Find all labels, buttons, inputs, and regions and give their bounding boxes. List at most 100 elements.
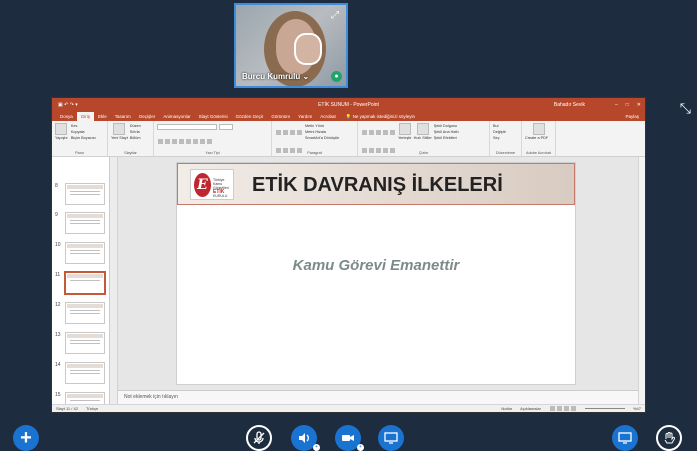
close-icon[interactable]: ✕: [637, 102, 641, 108]
thumb-number: 14: [55, 362, 61, 368]
tab-gecisler[interactable]: Geçişler: [135, 112, 160, 121]
font-name-field[interactable]: [157, 124, 217, 130]
user-name: Bahadır Sevik: [553, 101, 585, 108]
slide-title: ETİK DAVRANIŞ İLKELERİ: [252, 174, 503, 196]
group-clipboard: Yapıştır Kes Kopyala Biçim Boyacısı Pano: [52, 121, 108, 156]
workspace: 8 9 10 11 12 13 14 15 E Türkiye Kamu Gör…: [52, 157, 645, 404]
notes-pane[interactable]: Not eklemek için tıklayın: [118, 390, 638, 404]
mic-active-icon: ●: [331, 71, 342, 82]
font-format-buttons[interactable]: [157, 132, 268, 150]
quick-styles-icon: [416, 123, 429, 135]
thumb-number: 9: [55, 212, 58, 218]
add-button[interactable]: +: [13, 425, 39, 451]
slide-thumb[interactable]: [65, 242, 105, 264]
screen-share-icon[interactable]: [378, 425, 404, 451]
thumb-number: 15: [55, 392, 61, 398]
group-label-slides: Slaytlar: [124, 151, 137, 155]
thumb-number: 12: [55, 302, 61, 308]
smartart-button[interactable]: SmartArt'a Dönüştür: [305, 135, 339, 141]
create-pdf-button[interactable]: Create a PDF: [525, 123, 552, 141]
tab-tasarim[interactable]: Tasarım: [111, 112, 135, 121]
group-slides: Yeni Slayt Düzen Sıfırla Bölüm Slaytlar: [108, 121, 154, 156]
arrange-icon: [398, 123, 411, 135]
ppt-titlebar: ▣ ↶ ↷ ▾ ETİK SUNUM - PowerPoint Bahadır …: [52, 98, 645, 111]
logo-letter: E: [194, 173, 211, 197]
fullscreen-icon[interactable]: ⤡: [680, 100, 691, 117]
slide-counter: Slayt 11 / 42: [56, 406, 78, 411]
tab-giris[interactable]: Giriş: [76, 112, 95, 121]
slide-thumb-selected[interactable]: [64, 271, 106, 295]
new-slide-icon: [113, 123, 126, 135]
tab-animasyonlar[interactable]: Animasyonlar: [159, 112, 194, 121]
ribbon-tabs: Dosya Giriş Ekle Tasarım Geçişler Animas…: [52, 111, 645, 121]
group-editing: Bul Değiştir Seç Düzenleme: [490, 121, 522, 156]
tell-me-search[interactable]: 💡 Ne yapmak istediğinizi söyleyin: [346, 112, 415, 121]
slide-scrollbar[interactable]: [638, 157, 645, 404]
select-button[interactable]: Seç: [493, 135, 518, 141]
tab-acrobat[interactable]: Acrobat: [316, 112, 340, 121]
group-label-paragraph: Paragraf: [307, 151, 322, 155]
slide-thumb[interactable]: [65, 212, 105, 234]
raise-hand-icon[interactable]: [656, 425, 682, 451]
window-controls[interactable]: – □ ✕: [615, 102, 641, 108]
tab-gozden-gecir[interactable]: Gözden Geçir: [232, 112, 268, 121]
section-button[interactable]: Bölüm: [130, 135, 141, 141]
slide-canvas: E Türkiye Kamu Görevlileri ETİK KURULU ETİK…: [118, 157, 638, 404]
current-slide[interactable]: E Türkiye Kamu Görevlileri ETİK KURULU ETİK…: [176, 162, 576, 385]
group-label-font: Yazı Tipi: [205, 151, 220, 155]
maximize-icon[interactable]: □: [626, 102, 629, 108]
tab-dosya[interactable]: Dosya: [56, 112, 77, 121]
comments-toggle[interactable]: Açıklamalar: [520, 406, 541, 411]
thumb-number: 8: [55, 183, 58, 189]
slide-subtitle: Kamu Görevi Emanettir: [292, 257, 460, 274]
slide-thumb[interactable]: [65, 302, 105, 324]
group-paragraph: Metin Yönü Metni Hizala SmartArt'a Dönüş…: [272, 121, 358, 156]
slide-thumb[interactable]: [65, 183, 105, 205]
share-button[interactable]: Paylaş: [625, 112, 645, 121]
mic-muted-icon[interactable]: [246, 425, 272, 451]
tab-gorunum[interactable]: Görünüm: [267, 112, 294, 121]
expand-icon[interactable]: ⤢: [329, 10, 341, 22]
font-size-field[interactable]: [219, 124, 233, 130]
thumb-number: 10: [55, 242, 61, 248]
group-drawing: Yerleştir Hızlı Stiller Şekil Dolgusu Şe…: [358, 121, 490, 156]
shape-effects-button[interactable]: Şekil Efektleri: [434, 135, 459, 141]
format-painter-button[interactable]: Biçim Boyacısı: [71, 135, 96, 141]
notes-toggle[interactable]: Notlar: [501, 406, 512, 411]
presenter-hand: [294, 33, 322, 65]
slide-thumb[interactable]: [65, 392, 105, 404]
thumbnails-scrollbar[interactable]: [110, 157, 118, 404]
logo-text: Türkiye Kamu Görevlileri ETİK KURULU: [213, 178, 229, 198]
view-buttons[interactable]: [549, 405, 577, 413]
language-indicator[interactable]: Türkçe: [86, 406, 98, 411]
tab-yardim[interactable]: Yardım: [294, 112, 316, 121]
presenter-webcam[interactable]: ⤢ Burcu Kumrulu ⌄ ●: [234, 3, 348, 88]
thumb-number: 11: [55, 272, 61, 278]
status-bar: Slayt 11 / 42 Türkçe Notlar Açıklamalar …: [52, 404, 645, 412]
etik-kurulu-logo: E Türkiye Kamu Görevlileri ETİK KURULU: [190, 169, 234, 200]
tab-ekle[interactable]: Ekle: [94, 112, 111, 121]
slide-thumb[interactable]: [65, 362, 105, 384]
presentation-icon[interactable]: [612, 425, 638, 451]
group-font: Yazı Tipi: [154, 121, 272, 156]
ribbon: Yapıştır Kes Kopyala Biçim Boyacısı Pano…: [52, 121, 645, 157]
group-label-clipboard: Pano: [75, 151, 84, 155]
presenter-name: Burcu Kumrulu ⌄: [242, 72, 310, 81]
slide-header-band: E Türkiye Kamu Görevlileri ETİK KURULU ETİK…: [177, 163, 575, 205]
group-label-drawing: Çizim: [418, 151, 429, 155]
tab-slayt-gosterisi[interactable]: Slayt Gösterisi: [195, 112, 232, 121]
pdf-icon: [532, 123, 545, 135]
zoom-level[interactable]: %47: [633, 406, 641, 411]
slide-thumbnails[interactable]: 8 9 10 11 12 13 14 15: [52, 157, 110, 404]
group-label-adobe: Adobe Acrobat: [526, 151, 551, 155]
new-slide-button[interactable]: Yeni Slayt: [111, 123, 128, 141]
zoom-slider[interactable]: [584, 408, 625, 409]
group-label-editing: Düzenleme: [495, 151, 516, 155]
paste-icon: [55, 123, 68, 135]
minimize-icon[interactable]: –: [615, 102, 618, 108]
slide-thumb[interactable]: [65, 332, 105, 354]
paste-button[interactable]: Yapıştır: [55, 123, 68, 141]
shared-screen: ▣ ↶ ↷ ▾ ETİK SUNUM - PowerPoint Bahadır …: [51, 97, 646, 413]
group-adobe: Create a PDF Adobe Acrobat: [522, 121, 556, 156]
thumb-number: 13: [55, 332, 61, 338]
